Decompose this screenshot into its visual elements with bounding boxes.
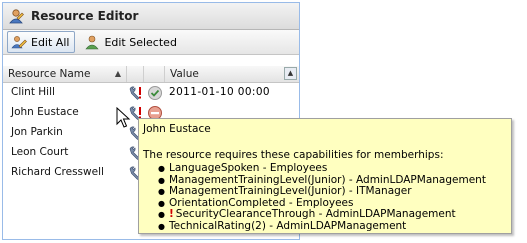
column-header-resource-name[interactable]: Resource Name ▲ xyxy=(3,66,127,82)
panel-title: Resource Editor xyxy=(31,9,139,23)
mouse-pointer-icon xyxy=(116,106,132,129)
edit-all-label: Edit All xyxy=(31,35,70,49)
checked-status-icon xyxy=(147,85,163,101)
column-header-status[interactable] xyxy=(144,66,165,82)
wrench-warning-icon[interactable] xyxy=(128,85,144,101)
column-header-icon[interactable] xyxy=(127,66,144,82)
edit-all-icon xyxy=(11,34,27,50)
resource-name: John Eustace xyxy=(11,106,79,118)
capability-list: LanguageSpoken - Employees ManagementTra… xyxy=(143,162,511,233)
resource-name: Leon Court xyxy=(11,146,69,158)
resource-name: Richard Cresswell xyxy=(11,166,104,178)
panel-titlebar: Resource Editor xyxy=(3,3,299,30)
resource-value: 2011-01-10 00:00 xyxy=(169,86,271,98)
grid-header: Resource Name ▲ Value ▲ xyxy=(3,66,299,83)
capabilities-tooltip: John Eustace The resource requires these… xyxy=(138,118,512,234)
scroll-up-button[interactable]: ▲ xyxy=(284,67,297,80)
capability-item: TechnicalRating(2) - AdminLDAPManagement xyxy=(158,220,511,233)
resource-editor-icon xyxy=(7,7,25,25)
edit-selected-icon xyxy=(84,34,100,50)
edit-all-button[interactable]: Edit All xyxy=(7,31,76,53)
editor-toolbar: Edit All Edit Selected xyxy=(3,30,299,55)
column-header-value[interactable]: Value xyxy=(165,66,299,82)
edit-selected-label: Edit Selected xyxy=(104,35,177,49)
resource-name: Clint Hill xyxy=(11,86,55,98)
tooltip-intro: The resource requires these capabilities… xyxy=(143,149,444,161)
edit-selected-button[interactable]: Edit Selected xyxy=(81,32,181,52)
sort-arrow-icon: ▲ xyxy=(114,69,121,78)
table-row[interactable]: Clint Hill 2011-01-10 00:00 xyxy=(3,83,299,103)
warning-icon: ! xyxy=(169,208,174,220)
tooltip-resource-name: John Eustace xyxy=(143,123,211,135)
resource-name: Jon Parkin xyxy=(11,126,63,138)
